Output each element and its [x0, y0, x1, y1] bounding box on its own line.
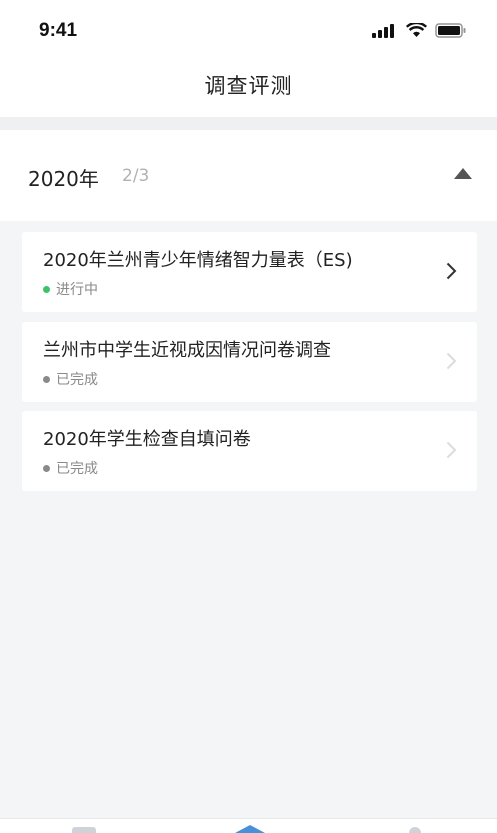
survey-title: 2020年学生检查自填问卷 [43, 429, 251, 450]
status-dot [43, 464, 50, 472]
page-title: 调查评测 [204, 74, 293, 98]
status-dot [43, 375, 50, 383]
home-icon[interactable] [235, 825, 265, 833]
status-dot [43, 285, 50, 293]
triangle-up-icon[interactable] [454, 168, 472, 179]
survey-status: 进行中 [43, 279, 98, 299]
survey-status: 已完成 [43, 369, 98, 389]
survey-card[interactable]: 2020年学生检查自填问卷 已完成 [22, 411, 477, 491]
survey-status-label: 进行中 [56, 282, 98, 298]
survey-title: 兰州市中学生近视成因情况问卷调查 [43, 340, 331, 361]
status-icons [372, 23, 467, 38]
chevron-right-icon [446, 441, 457, 459]
year-label: 2020年 [28, 167, 99, 191]
survey-card[interactable]: 兰州市中学生近视成因情况问卷调查 已完成 [22, 322, 477, 402]
survey-title: 2020年兰州青少年情绪智力量表（ES) [43, 250, 353, 271]
year-section-header[interactable]: 2020年 2/3 [0, 130, 497, 221]
battery-icon [435, 23, 466, 38]
wifi-icon [406, 23, 427, 37]
survey-card[interactable]: 2020年兰州青少年情绪智力量表（ES) 进行中 [22, 232, 477, 312]
status-bar: 9:41 [0, 0, 497, 60]
signal-icon [372, 23, 394, 38]
status-time: 9:41 [39, 20, 78, 41]
survey-status-label: 已完成 [56, 372, 98, 388]
document-icon[interactable] [72, 827, 96, 833]
survey-status: 已完成 [43, 458, 98, 478]
profile-icon[interactable] [408, 826, 422, 833]
year-progress-count: 2/3 [122, 166, 150, 186]
survey-status-label: 已完成 [56, 461, 98, 477]
chevron-right-icon[interactable] [446, 262, 457, 280]
nav-bar: 调查评测 [0, 60, 497, 117]
chevron-right-icon [446, 352, 457, 370]
tab-bar [0, 818, 497, 833]
divider [0, 117, 497, 130]
